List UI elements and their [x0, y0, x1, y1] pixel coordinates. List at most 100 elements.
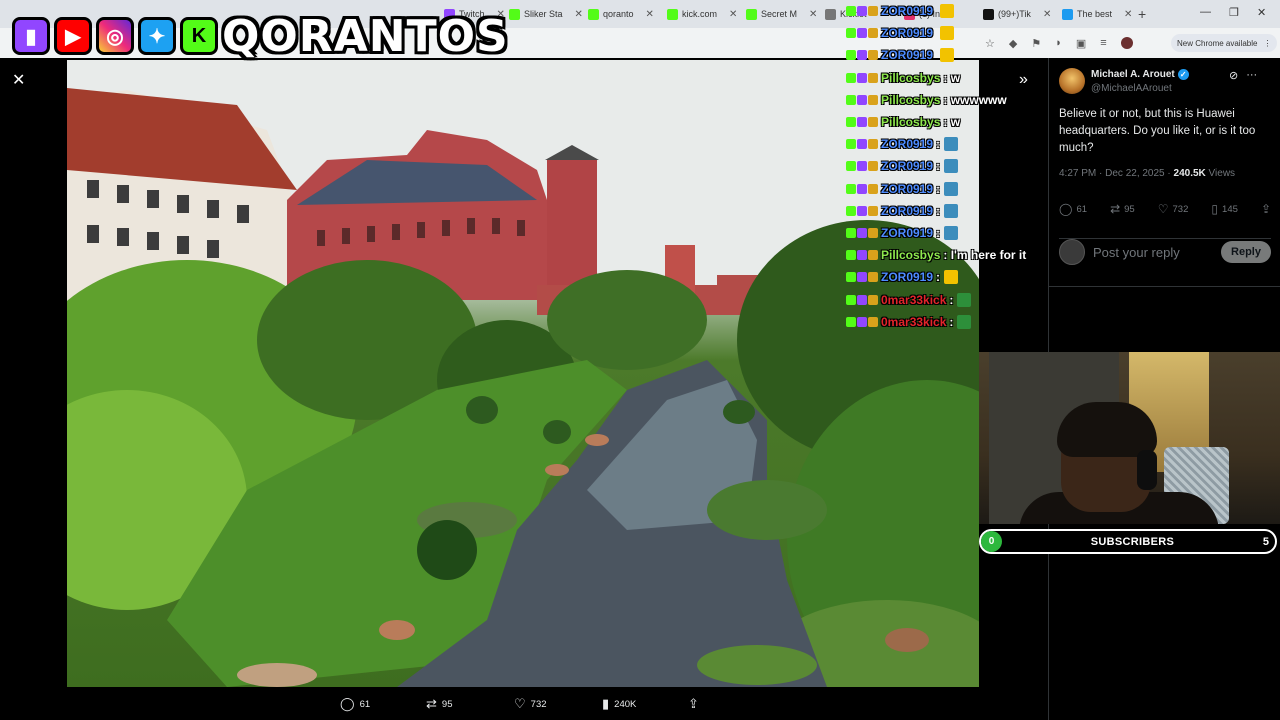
- chat-badge-icon: [868, 316, 878, 327]
- chat-username[interactable]: ZOR0919: [881, 182, 933, 196]
- chat-badge-icon: [846, 117, 856, 128]
- reply-count-button[interactable]: ◯ 61: [1059, 202, 1087, 216]
- puzzle-icon[interactable]: ▣: [1076, 37, 1086, 50]
- kebab-menu-icon[interactable]: ⋮: [1263, 39, 1271, 48]
- share-action[interactable]: ⇪: [688, 696, 699, 712]
- tab-close-icon[interactable]: ✕: [646, 9, 654, 20]
- close-viewer-icon[interactable]: ✕: [12, 70, 25, 90]
- post-timestamp[interactable]: 4:27 PM · Dec 22, 2025 ·: [1059, 168, 1174, 179]
- chat-badge-icon: [868, 6, 878, 17]
- chat-message: ZOR0919: [846, 22, 1046, 44]
- chat-username[interactable]: ZOR0919: [881, 137, 933, 151]
- chat-username[interactable]: ZOR0919: [881, 270, 933, 284]
- tab-close-icon[interactable]: ✕: [729, 9, 737, 20]
- chat-badges: [846, 72, 878, 83]
- bookmark-icon: ▯: [1211, 202, 1219, 216]
- verified-badge-icon: ✓: [1177, 69, 1189, 80]
- bookmark-count-button[interactable]: ▯ 145: [1211, 202, 1237, 216]
- chat-badge-icon: [846, 316, 856, 327]
- chat-username[interactable]: ZOR0919: [881, 204, 933, 218]
- chat-badges: [846, 294, 878, 305]
- car-emote-icon: [944, 225, 959, 240]
- tab-secret[interactable]: Secret M ✕: [746, 4, 817, 24]
- tab-close-icon[interactable]: ✕: [1124, 9, 1132, 20]
- share-button[interactable]: ⇪: [1261, 202, 1271, 216]
- chat-username[interactable]: 0mar33kick: [881, 315, 946, 329]
- tab-label: The best: [1077, 9, 1113, 19]
- extension-icon[interactable]: ◗: [1055, 37, 1062, 49]
- tab-x[interactable]: The best ✕: [1062, 4, 1132, 24]
- chat-username[interactable]: Pillcosbys: [881, 71, 940, 85]
- chat-username[interactable]: 0mar33kick: [881, 293, 946, 307]
- profile-avatar[interactable]: [1120, 37, 1133, 49]
- headphones-icon: [1137, 450, 1157, 490]
- tab-qoranto[interactable]: qoranto ✕: [588, 4, 654, 24]
- chat-badge-icon: [857, 6, 867, 17]
- author-avatar[interactable]: [1059, 68, 1085, 94]
- restore-icon[interactable]: ❐: [1229, 6, 1239, 19]
- new-chrome-button[interactable]: New Chrome available ⋮: [1171, 34, 1278, 52]
- chat-badge-icon: [846, 139, 856, 150]
- w-emote-icon: [944, 270, 959, 285]
- reply-action[interactable]: ◯ 61: [340, 696, 426, 712]
- chat-badge-icon: [868, 272, 878, 283]
- tab-close-icon[interactable]: ✕: [575, 9, 583, 20]
- repost-count-button[interactable]: ⇄ 95: [1110, 202, 1135, 216]
- reply-action-count: 61: [359, 698, 371, 710]
- author-name[interactable]: Michael A. Arouet ✓: [1091, 69, 1189, 80]
- new-chrome-label: New Chrome available: [1177, 38, 1258, 48]
- chat-badge-icon: [868, 183, 878, 194]
- media-icon[interactable]: ≡: [1100, 37, 1106, 49]
- post-views-count: 240.5K: [1173, 168, 1206, 179]
- chat-username[interactable]: Pillcosbys: [881, 93, 940, 107]
- reply-icon: ◯: [340, 696, 355, 711]
- chat-username[interactable]: ZOR0919: [881, 4, 933, 18]
- kick-icon: K: [180, 17, 218, 55]
- chat-message: Pillcosbys: w: [846, 111, 1046, 133]
- reply-button[interactable]: Reply: [1221, 241, 1271, 263]
- like-count-button[interactable]: ♡ 732: [1158, 202, 1189, 216]
- author-name-label: Michael A. Arouet: [1091, 69, 1175, 80]
- chat-badge-icon: [868, 117, 878, 128]
- tab-label: Sliker Sta: [524, 9, 563, 19]
- chat-badge-icon: [857, 94, 867, 105]
- stream-branding: ▮ ▶ ◎ ✦ K QORANTOS: [12, 8, 509, 64]
- chat-username[interactable]: ZOR0919: [881, 26, 933, 40]
- chat-badge-icon: [868, 227, 878, 238]
- tab-sliker[interactable]: Sliker Sta ✕: [509, 4, 583, 24]
- tab-close-icon[interactable]: ✕: [809, 9, 817, 20]
- chat-username[interactable]: ZOR0919: [881, 226, 933, 240]
- chat-badge-icon: [857, 161, 867, 172]
- reply-input[interactable]: Post your reply: [1093, 245, 1213, 260]
- chat-message: 0mar33kick:: [846, 311, 1046, 333]
- car-emote-icon: [944, 159, 959, 174]
- chat-badge-icon: [857, 139, 867, 150]
- grok-icon[interactable]: ⊘: [1229, 69, 1238, 82]
- author-handle[interactable]: @MichaelAArouet: [1091, 83, 1172, 94]
- minimize-icon[interactable]: —: [1200, 6, 1211, 18]
- more-options-icon[interactable]: ···: [1246, 69, 1257, 82]
- new-tab-button[interactable]: +: [1138, 6, 1146, 22]
- chat-badge-icon: [846, 272, 856, 283]
- chat-text: : I'm here for it: [943, 248, 1027, 263]
- w-emote-icon: [940, 4, 955, 19]
- chat-message: ZOR0919:: [846, 222, 1046, 244]
- chat-badge-icon: [846, 205, 856, 216]
- chat-badges: [846, 316, 878, 327]
- chat-badges: [846, 161, 878, 172]
- repost-action[interactable]: ⇄ 95: [426, 696, 514, 712]
- reply-composer: Post your reply Reply: [1059, 238, 1271, 265]
- chat-username[interactable]: Pillcosbys: [881, 115, 940, 129]
- close-window-icon[interactable]: ✕: [1257, 6, 1266, 19]
- chat-username[interactable]: Pillcosbys: [881, 248, 940, 262]
- chat-username[interactable]: ZOR0919: [881, 159, 933, 173]
- post-header-icons: ⊘ ···: [1229, 69, 1257, 82]
- views-action[interactable]: ▮ 240K: [602, 696, 688, 712]
- tab-kick[interactable]: kick.com ✕: [667, 4, 737, 24]
- chat-badge-icon: [857, 28, 867, 39]
- chat-badge-icon: [857, 117, 867, 128]
- chat-username[interactable]: ZOR0919: [881, 48, 933, 62]
- chat-badges: [846, 205, 878, 216]
- like-action[interactable]: ♡ 732: [514, 696, 602, 712]
- chat-badge-icon: [846, 227, 856, 238]
